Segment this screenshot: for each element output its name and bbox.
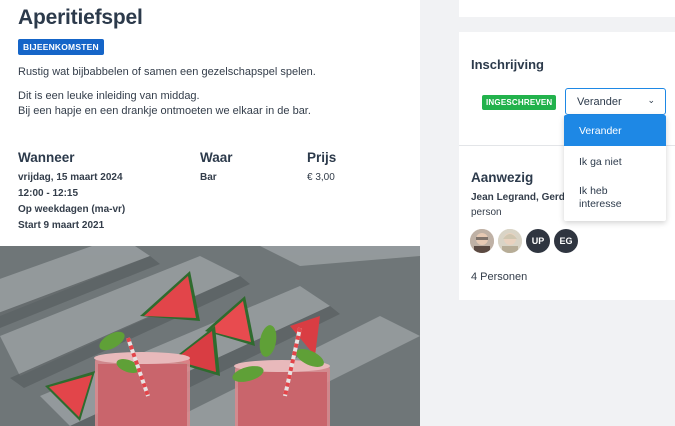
event-photo bbox=[0, 246, 420, 426]
avatar[interactable]: UP bbox=[526, 229, 550, 253]
attendee-avatars: UP EG bbox=[470, 229, 578, 253]
event-date: vrijdag, 15 maart 2024 bbox=[18, 172, 123, 183]
when-heading: Wanneer bbox=[18, 150, 75, 165]
event-price: € 3,00 bbox=[307, 172, 335, 183]
registration-status-badge: INGESCHREVEN bbox=[482, 95, 557, 110]
select-value: Verander bbox=[577, 96, 622, 108]
avatar[interactable] bbox=[470, 229, 494, 253]
event-time: 12:00 - 12:15 bbox=[18, 188, 79, 199]
price-heading: Prijs bbox=[307, 150, 337, 165]
dropdown-option-verander[interactable]: Verander bbox=[564, 115, 666, 146]
event-location: Bar bbox=[200, 172, 217, 183]
top-card-edge bbox=[459, 0, 675, 17]
attendee-names-line-2: person bbox=[471, 207, 502, 218]
registration-dropdown-menu: Verander Ik ga niet Ik heb interesse bbox=[564, 115, 666, 221]
attendee-names: Jean Legrand, Gerda bbox=[471, 192, 571, 203]
registration-heading: Inschrijving bbox=[471, 57, 544, 72]
chevron-down-icon: ⌄ bbox=[647, 95, 655, 105]
event-description: Rustig wat bijbabbelen of samen een geze… bbox=[18, 66, 316, 78]
event-description-line-2: Dit is een leuke inleiding van middag. bbox=[18, 90, 200, 102]
event-title: Aperitiefspel bbox=[18, 6, 143, 29]
avatar[interactable]: EG bbox=[554, 229, 578, 253]
event-start-date: Start 9 maart 2021 bbox=[18, 220, 105, 231]
avatar[interactable] bbox=[498, 229, 522, 253]
dropdown-option-ik-ga-niet[interactable]: Ik ga niet bbox=[564, 146, 666, 177]
change-registration-select[interactable]: Verander ⌄ bbox=[565, 88, 666, 115]
event-description-line-3: Bij een hapje en een drankje ontmoeten w… bbox=[18, 105, 311, 117]
attendance-heading: Aanwezig bbox=[471, 170, 534, 185]
event-recurrence: Op weekdagen (ma-vr) bbox=[18, 204, 126, 215]
category-badge: BIJEENKOMSTEN bbox=[18, 39, 104, 55]
where-heading: Waar bbox=[200, 150, 233, 165]
dropdown-option-ik-heb-interesse[interactable]: Ik heb interesse bbox=[564, 180, 666, 218]
event-details-panel: Aperitiefspel BIJEENKOMSTEN Rustig wat b… bbox=[0, 0, 420, 426]
attendee-count: 4 Personen bbox=[471, 271, 528, 283]
